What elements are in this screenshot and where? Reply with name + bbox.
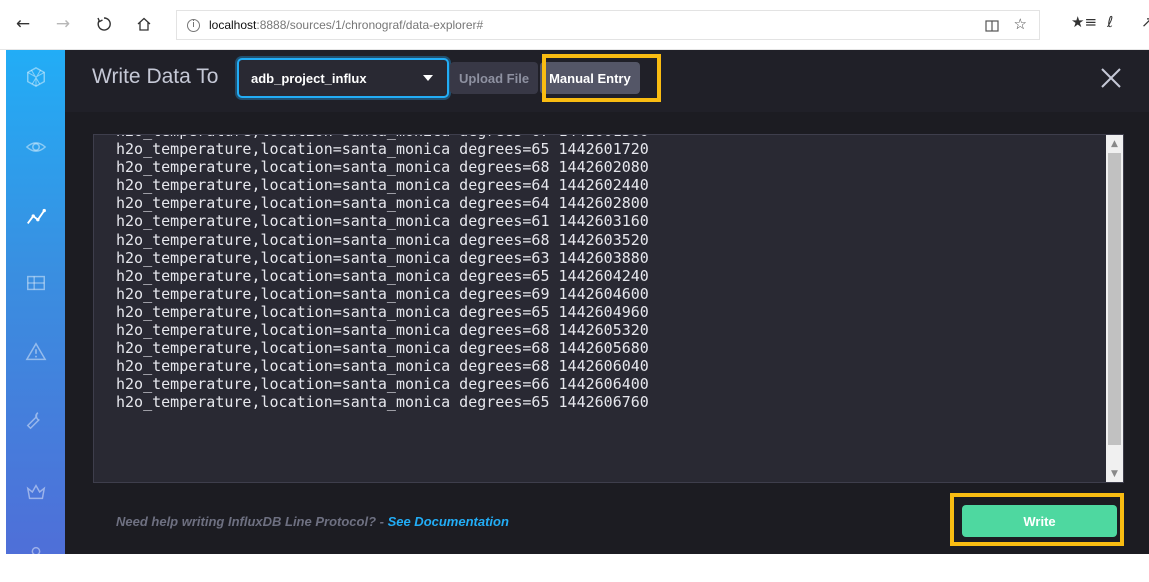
line-protocol-row: h2o_temperature,location=santa_monica de… (116, 375, 649, 394)
app-sidebar (6, 50, 65, 556)
info-icon[interactable]: i (187, 18, 200, 32)
database-dropdown[interactable]: adb_project_influx (237, 58, 449, 98)
favorite-star-icon[interactable]: ☆ (1014, 15, 1027, 33)
chronograf-logo-icon[interactable] (6, 50, 65, 104)
line-protocol-lines: h2o_temperature,location=santa_monica de… (116, 135, 649, 412)
url-host: localhost (209, 18, 257, 32)
modal-title: Write Data To (92, 65, 219, 88)
crown-icon[interactable] (6, 465, 65, 519)
reading-view-icon[interactable] (985, 15, 999, 37)
wrench-icon[interactable] (6, 393, 65, 447)
line-protocol-row: h2o_temperature,location=santa_monica de… (116, 393, 649, 412)
scroll-up-icon[interactable]: ▲ (1106, 135, 1123, 152)
scroll-thumb[interactable] (1108, 153, 1121, 445)
highlight-box-manual-entry (542, 54, 661, 102)
line-protocol-row: h2o_temperature,location=santa_monica de… (116, 357, 649, 376)
vertical-scrollbar[interactable]: ▲ ▼ (1106, 135, 1123, 482)
user-icon[interactable] (6, 528, 65, 582)
pen-icon[interactable]: ℓ (1107, 13, 1113, 31)
line-protocol-row: h2o_temperature,location=santa_monica de… (116, 339, 649, 358)
close-icon[interactable] (1097, 64, 1125, 92)
favorites-list-icon[interactable]: ★≡ (1071, 13, 1097, 31)
browser-toolbar: ← → i localhost:8888/sources/1/chronogra… (0, 0, 1149, 50)
forward-arrow-icon[interactable]: → (52, 13, 74, 35)
table-icon[interactable] (6, 256, 65, 310)
share-icon[interactable]: ↗ (1141, 13, 1149, 31)
line-protocol-row: h2o_temperature,location=santa_monica de… (116, 230, 649, 249)
line-protocol-row: h2o_temperature,location=santa_monica de… (116, 248, 649, 267)
help-text-label: Need help writing InfluxDB Line Protocol… (116, 514, 388, 529)
url-path: :8888/sources/1/chronograf/data-explorer… (256, 18, 484, 32)
scroll-down-icon[interactable]: ▼ (1106, 465, 1123, 482)
line-protocol-row: h2o_temperature,location=santa_monica de… (116, 140, 649, 159)
line-protocol-row: h2o_temperature,location=santa_monica de… (116, 212, 649, 231)
line-protocol-row: h2o_temperature,location=santa_monica de… (116, 194, 649, 213)
eye-icon[interactable] (6, 120, 65, 174)
line-protocol-row: h2o_temperature,location=santa_monica de… (116, 158, 649, 177)
back-arrow-icon[interactable]: ← (12, 13, 34, 35)
upload-file-tab[interactable]: Upload File (450, 62, 539, 94)
line-protocol-row: h2o_temperature,location=santa_monica de… (116, 302, 649, 321)
see-documentation-link[interactable]: See Documentation (388, 514, 509, 529)
line-protocol-row: h2o_temperature,location=santa_monica de… (116, 176, 649, 195)
line-protocol-textarea[interactable]: h2o_temperature,location=santa_monica de… (93, 134, 1124, 483)
line-protocol-row: h2o_temperature,location=santa_monica de… (116, 284, 649, 303)
write-data-overlay: Write Data To adb_project_influx Upload … (65, 50, 1149, 554)
alert-icon[interactable] (6, 325, 65, 379)
help-text: Need help writing InfluxDB Line Protocol… (116, 514, 509, 529)
refresh-icon[interactable] (93, 13, 115, 35)
address-bar[interactable]: i localhost:8888/sources/1/chronograf/da… (176, 10, 1040, 40)
modal-header: Write Data To adb_project_influx Upload … (65, 50, 1149, 112)
highlight-box-write (950, 493, 1124, 546)
line-protocol-row: h2o_temperature,location=santa_monica de… (116, 266, 649, 285)
line-protocol-row: h2o_temperature,location=santa_monica de… (116, 321, 649, 340)
caret-down-icon (423, 75, 433, 81)
home-icon[interactable] (133, 13, 155, 35)
database-dropdown-value: adb_project_influx (251, 70, 367, 86)
graph-icon[interactable] (6, 190, 65, 244)
